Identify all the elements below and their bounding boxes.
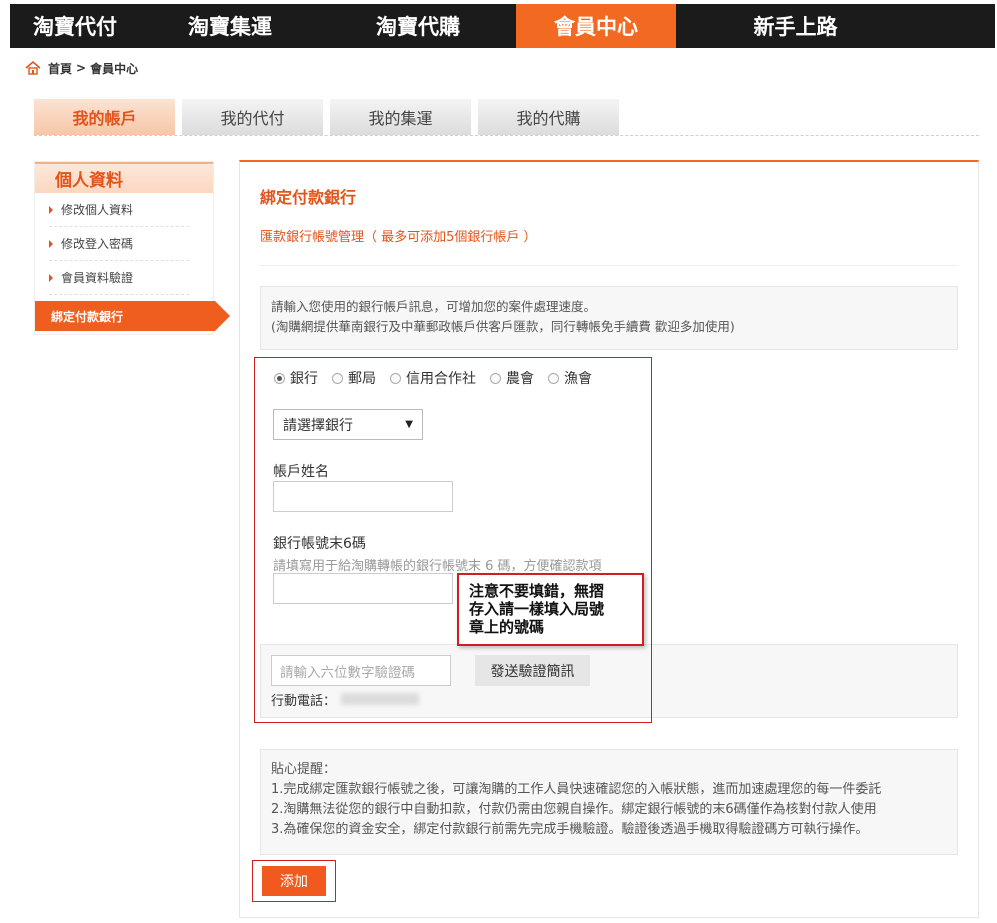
sidebar-item-change-password[interactable]: 修改登入密碼 <box>49 227 189 261</box>
callout-line: 章上的號碼 <box>469 618 545 636</box>
tips-line: 1.完成綁定匯款銀行帳號之後，可讓淘購的工作人員快速確認您的入帳狀態，進而加速處… <box>271 782 882 797</box>
nav-member-center[interactable]: 會員中心 <box>516 4 676 48</box>
nav-beginner-guide[interactable]: 新手上路 <box>676 4 915 48</box>
sidebar-item-edit-profile[interactable]: 修改個人資料 <box>49 193 189 227</box>
callout-line: 注意不要填錯，無摺 <box>469 582 605 600</box>
sidebar: 個人資料 修改個人資料 修改登入密碼 會員資料驗證 綁定付款銀行 <box>34 161 230 335</box>
tab-my-shipping[interactable]: 我的集運 <box>330 99 471 135</box>
top-nav: 淘寶代付 淘寶集運 淘寶代購 會員中心 新手上路 <box>10 4 995 48</box>
nav-taobao-pay[interactable]: 淘寶代付 <box>10 4 140 48</box>
account-tabs: 我的帳戶 我的代付 我的集運 我的代購 <box>34 99 979 136</box>
annotation-form-frame <box>254 357 652 723</box>
tab-my-account[interactable]: 我的帳戶 <box>34 99 175 135</box>
tab-my-payments[interactable]: 我的代付 <box>182 99 323 135</box>
divider <box>260 265 958 266</box>
page-title: 綁定付款銀行 <box>260 188 357 207</box>
arrow-right-icon <box>49 205 53 214</box>
tips-line: 2.淘購無法從您的銀行中自動扣款，付款仍需由您親自操作。綁定銀行帳號的末6碼僅作… <box>271 802 877 817</box>
sidebar-item-label: 修改登入密碼 <box>61 237 134 251</box>
sidebar-item-bind-bank[interactable]: 綁定付款銀行 <box>35 301 230 331</box>
arrow-right-icon <box>49 239 53 248</box>
home-icon <box>25 60 41 75</box>
sidebar-item-label: 會員資料驗證 <box>61 271 134 285</box>
notice-line: (淘購網提供華南銀行及中華郵政帳戶供客戶匯款，同行轉帳免手續費 歡迎多加使用) <box>271 319 735 334</box>
nav-taobao-purchase[interactable]: 淘寶代購 <box>320 4 516 48</box>
info-notice: 請輸入您使用的銀行帳戶訊息，可增加您的案件處理速度。 (淘購網提供華南銀行及中華… <box>260 286 958 350</box>
tips-line: 3.為確保您的資金安全，綁定付款銀行前需先完成手機驗證。驗證後透過手機取得驗證碼… <box>271 822 869 837</box>
breadcrumb: 首頁 > 會員中心 <box>24 58 138 78</box>
breadcrumb-current: 會員中心 <box>90 61 139 76</box>
callout-line: 存入請一樣填入局號 <box>469 600 605 618</box>
nav-taobao-shipping[interactable]: 淘寶集運 <box>140 4 320 48</box>
arrow-right-icon <box>49 273 53 282</box>
annotation-add-frame <box>252 860 336 902</box>
breadcrumb-separator: > <box>76 61 87 75</box>
sidebar-title: 個人資料 <box>35 162 213 193</box>
tab-my-purchases[interactable]: 我的代購 <box>478 99 619 135</box>
sidebar-item-verify-member[interactable]: 會員資料驗證 <box>49 261 189 295</box>
annotation-callout: 注意不要填錯，無摺 存入請一樣填入局號 章上的號碼 <box>457 573 644 646</box>
breadcrumb-home-link[interactable]: 首頁 <box>48 60 72 77</box>
page-subtitle: 匯款銀行帳號管理（ 最多可添加5個銀行帳戶 ） <box>260 230 537 245</box>
notice-line: 請輸入您使用的銀行帳戶訊息，可增加您的案件處理速度。 <box>271 299 597 314</box>
tips-title: 貼心提醒： <box>271 762 337 777</box>
tips-box: 貼心提醒： 1.完成綁定匯款銀行帳號之後，可讓淘購的工作人員快速確認您的入帳狀態… <box>260 749 958 855</box>
sidebar-item-label: 修改個人資料 <box>61 203 134 217</box>
